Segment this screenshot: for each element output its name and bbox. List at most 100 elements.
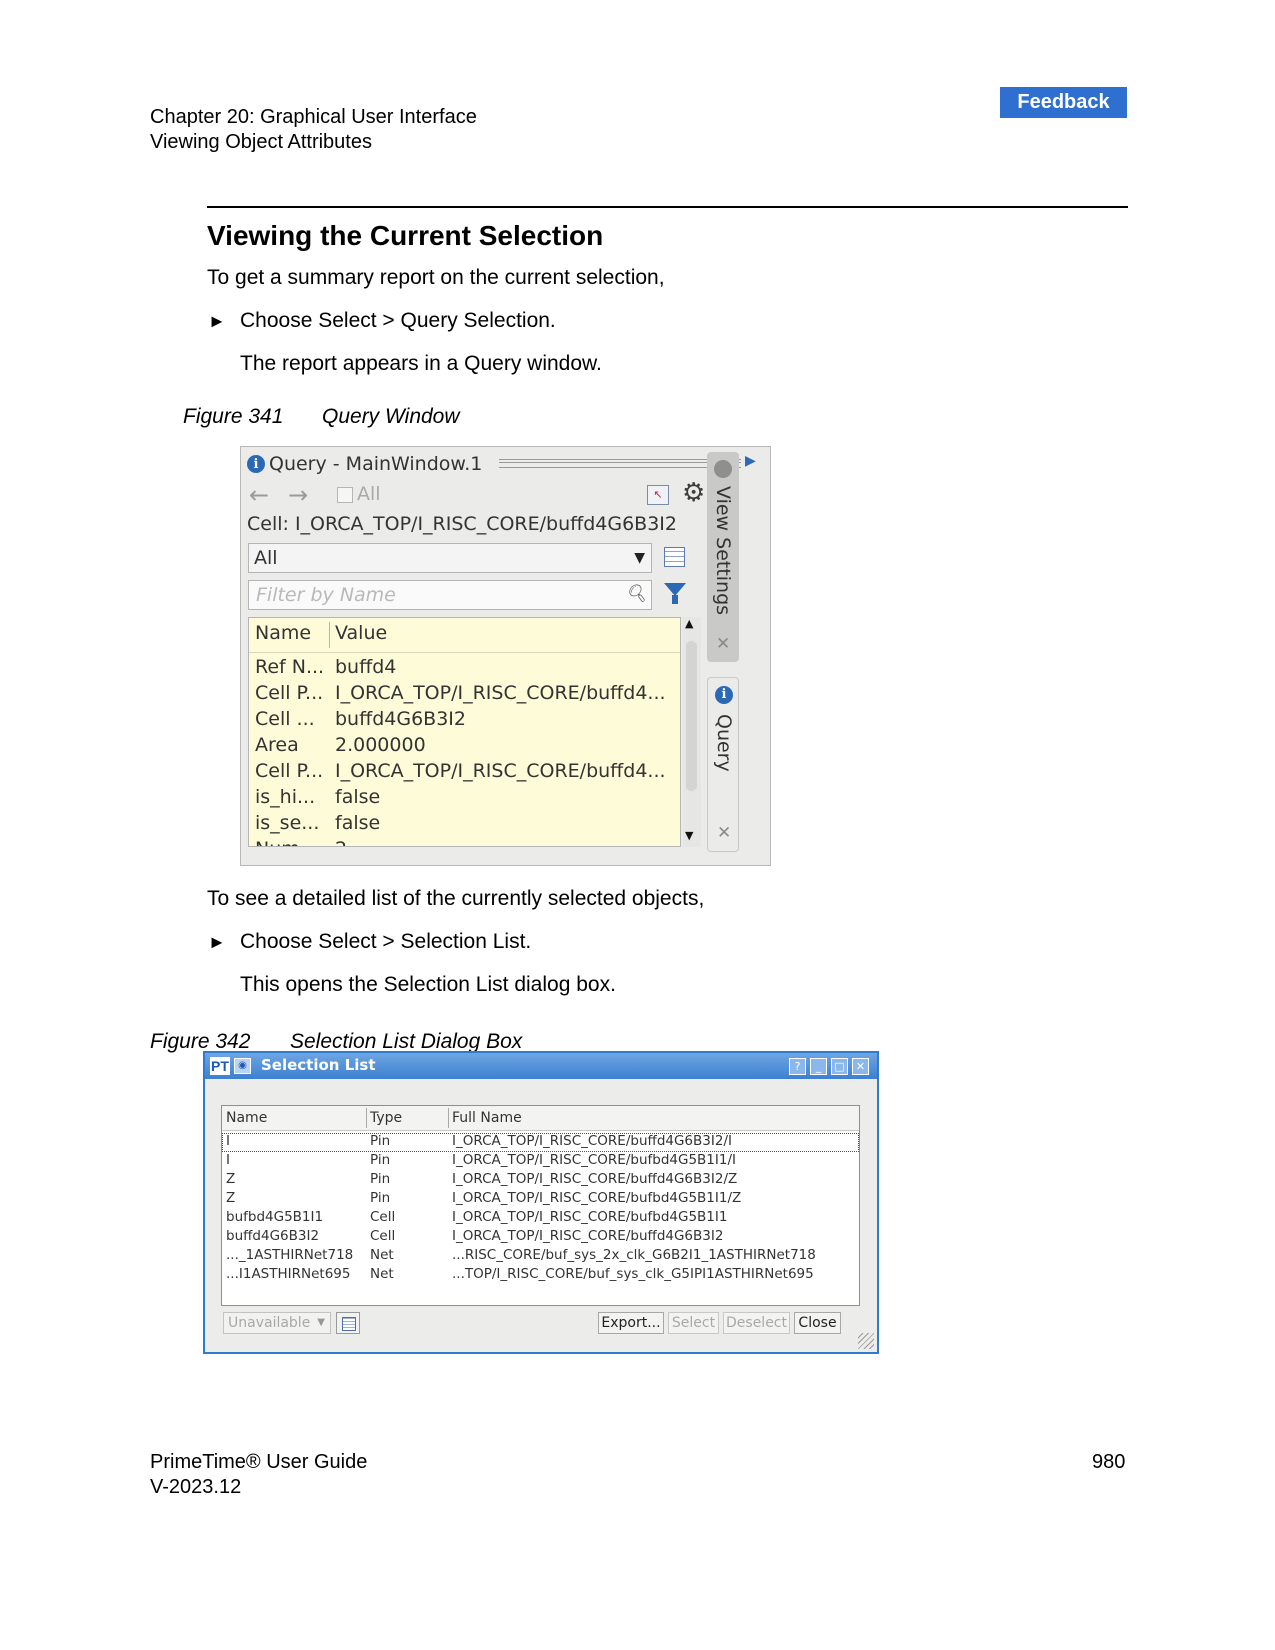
table-row[interactable]: bufbd4G5B1I1 Cell I_ORCA_TOP/I_RISC_CORE/b… (222, 1209, 859, 1228)
table-row[interactable]: Cell ... buffd4G6B3I2 (255, 708, 466, 730)
all-checkbox[interactable] (337, 487, 353, 503)
query-window: i Query - MainWindow.1 ▶ ← → All ↖ ⚙ Cel… (240, 446, 771, 866)
drag-grip[interactable] (499, 459, 741, 468)
column-header-name[interactable]: Name (226, 1110, 267, 1126)
result-1: The report appears in a Query window. (240, 352, 602, 375)
tab-query-label: Query (713, 714, 735, 772)
row-name: I (226, 1133, 230, 1149)
row-name: Z (226, 1190, 236, 1206)
select-object-icon[interactable]: ↖ (647, 485, 669, 505)
page-number: 980 (1092, 1451, 1126, 1473)
table-row[interactable]: ...I1ASTHIRNet695 Net ...TOP/I_RISC_CORE/b… (222, 1266, 859, 1285)
gear-icon[interactable]: ⚙ (682, 478, 705, 508)
table-row[interactable]: is_hi... false (255, 786, 380, 808)
row-name: Num (255, 838, 300, 846)
bullet-arrow-icon: ► (208, 311, 226, 331)
row-full-name: I_ORCA_TOP/I_RISC_CORE/bufbd4G5B1I1 (452, 1209, 728, 1225)
cell-path-label: Cell: I_ORCA_TOP/I_RISC_CORE/buffd4G6B3I… (247, 513, 677, 535)
deselect-button[interactable]: Deselect (723, 1312, 790, 1334)
close-button[interactable]: ✕ (852, 1058, 869, 1075)
table-row[interactable]: Ref N... buffd4 (255, 656, 396, 678)
row-name: is_hi... (255, 786, 316, 808)
pin-icon[interactable]: ◉ (234, 1058, 251, 1074)
row-type: Pin (370, 1152, 391, 1168)
selection-table-header: Name Type Full Name (222, 1106, 859, 1131)
feedback-button[interactable]: Feedback (1000, 87, 1127, 118)
forward-arrow-icon[interactable]: → (288, 481, 308, 509)
table-row[interactable]: ..._1ASTHIRNet718 Net ...RISC_CORE/buf_sys… (222, 1247, 859, 1266)
row-type: Cell (370, 1228, 396, 1244)
product-name: PrimeTime® User Guide (150, 1451, 368, 1473)
column-separator[interactable] (366, 1108, 367, 1128)
funnel-icon-stem (672, 595, 678, 604)
tab-view-settings-label: View Settings (712, 486, 734, 616)
table-row[interactable]: Cell P... I_ORCA_TOP/I_RISC_CORE/buffd4..… (255, 760, 666, 782)
category-select[interactable]: All ▼ (248, 543, 652, 573)
dialog-title-bar[interactable]: PT ◉ Selection List ? _ □ ✕ (205, 1053, 877, 1079)
column-separator[interactable] (329, 622, 330, 648)
close-dialog-button[interactable]: Close (794, 1312, 841, 1334)
table-settings-icon[interactable] (664, 547, 685, 567)
side-tab-panel: View Settings ✕ i Query ✕ (707, 452, 739, 852)
expand-arrow-icon[interactable]: ▶ (745, 453, 756, 469)
select-button[interactable]: Select (668, 1312, 719, 1334)
resize-grip-icon[interactable] (858, 1333, 874, 1349)
subsection-title: Viewing Object Attributes (150, 131, 372, 153)
row-type: Net (370, 1266, 394, 1282)
row-type: Pin (370, 1133, 391, 1149)
table-row[interactable]: I Pin I_ORCA_TOP/I_RISC_CORE/buffd4G6B3I2/… (222, 1133, 859, 1152)
row-full-name: ...TOP/I_RISC_CORE/buf_sys_clk_G5IPI1AST… (452, 1266, 814, 1282)
column-header-name[interactable]: Name (255, 622, 311, 644)
column-header-full-name[interactable]: Full Name (452, 1110, 522, 1126)
row-name: Cell P... (255, 760, 324, 782)
product-version: V-2023.12 (150, 1476, 242, 1498)
export-button[interactable]: Export... (598, 1312, 664, 1334)
dialog-title: Selection List (261, 1056, 376, 1074)
close-icon[interactable]: ✕ (716, 634, 730, 654)
table-row[interactable]: Num 2 (255, 838, 347, 846)
row-name: Cell ... (255, 708, 315, 730)
close-icon[interactable]: ✕ (717, 823, 731, 843)
selection-list-dialog: PT ◉ Selection List ? _ □ ✕ Name Type Fu… (203, 1051, 879, 1354)
table-row[interactable]: I Pin I_ORCA_TOP/I_RISC_CORE/bufbd4G5B1I1/… (222, 1152, 859, 1171)
help-button[interactable]: ? (789, 1058, 806, 1075)
table-row[interactable]: buffd4G6B3I2 Cell I_ORCA_TOP/I_RISC_CORE/b… (222, 1228, 859, 1247)
column-header-type[interactable]: Type (370, 1110, 402, 1126)
row-full-name: I_ORCA_TOP/I_RISC_CORE/buffd4G6B3I2 (452, 1228, 724, 1244)
row-name: is_se... (255, 812, 320, 834)
table-row[interactable]: Z Pin I_ORCA_TOP/I_RISC_CORE/bufbd4G5B1I1/… (222, 1190, 859, 1209)
table-row[interactable]: is_se... false (255, 812, 380, 834)
tab-view-settings[interactable]: View Settings ✕ (707, 452, 739, 662)
dropdown-arrow-icon: ▼ (634, 550, 645, 566)
row-type: Pin (370, 1171, 391, 1187)
row-type: Net (370, 1247, 394, 1263)
chapter-title: Chapter 20: Graphical User Interface (150, 106, 477, 128)
row-type: Pin (370, 1190, 391, 1206)
row-value: 2 (335, 838, 347, 846)
unavailable-select[interactable]: Unavailable ▼ (223, 1312, 331, 1334)
row-value: buffd4 (335, 656, 397, 678)
table-row[interactable]: Z Pin I_ORCA_TOP/I_RISC_CORE/buffd4G6B3I2/… (222, 1171, 859, 1190)
column-header-value[interactable]: Value (335, 622, 387, 644)
maximize-button[interactable]: □ (831, 1058, 848, 1075)
magnifier-icon[interactable]: 🔍︎ (625, 580, 647, 608)
table-row[interactable]: Cell P... I_ORCA_TOP/I_RISC_CORE/buffd4..… (255, 682, 666, 704)
scroll-up-arrow-icon[interactable]: ▲ (685, 617, 693, 630)
minimize-button[interactable]: _ (810, 1058, 827, 1075)
column-separator[interactable] (448, 1108, 449, 1128)
table-row[interactable]: Area 2.000000 (255, 734, 426, 756)
scroll-down-arrow-icon[interactable]: ▼ (685, 829, 693, 842)
attribute-table-header: Name Value (249, 618, 680, 653)
tab-query[interactable]: i Query ✕ (707, 677, 739, 852)
table-settings-icon[interactable] (336, 1312, 360, 1334)
row-name: I (226, 1152, 230, 1168)
selection-table: Name Type Full Name I Pin I_ORCA_TOP/I_RIS… (221, 1105, 860, 1306)
row-value: 2.000000 (335, 734, 426, 756)
filter-placeholder: Filter by Name (256, 584, 396, 606)
scrollbar-thumb[interactable] (686, 641, 697, 791)
row-value: false (335, 786, 381, 808)
figure-341-number: Figure 341 (183, 405, 284, 428)
back-arrow-icon[interactable]: ← (249, 481, 269, 509)
row-full-name: I_ORCA_TOP/I_RISC_CORE/bufbd4G5B1I1/Z (452, 1190, 742, 1206)
filter-input[interactable]: Filter by Name 🔍︎ (248, 580, 652, 610)
